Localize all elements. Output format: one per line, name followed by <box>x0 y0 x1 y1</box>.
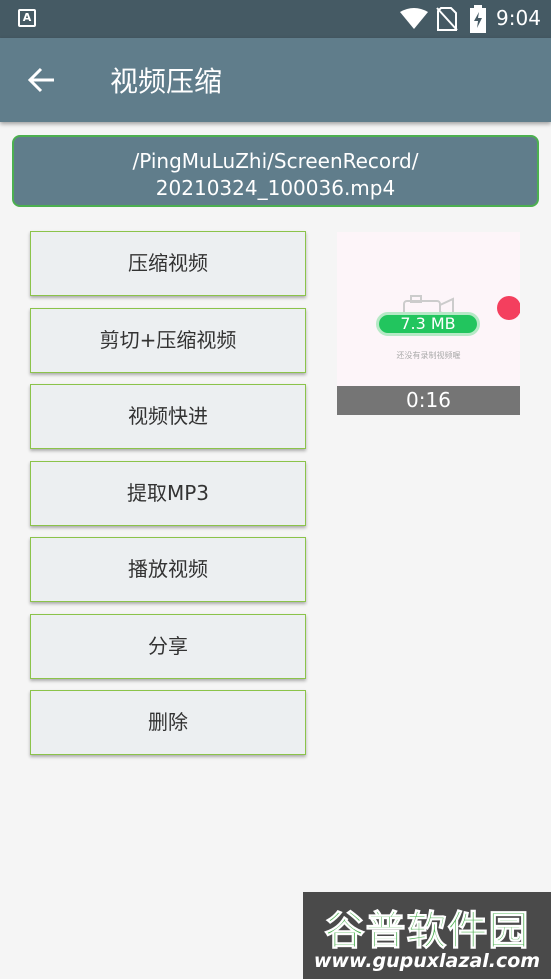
record-icon <box>497 296 520 320</box>
video-fast-forward-button[interactable]: 视频快进 <box>30 384 306 449</box>
app-bar: 视频压缩 <box>0 38 551 122</box>
no-sim-icon <box>436 7 458 31</box>
file-size-badge: 7.3 MB <box>376 312 480 336</box>
watermark-logo: 谷普软件园 www.gupuxlazal.com <box>303 892 551 979</box>
thumbnail-hint-text: 还没有录制视频喔 <box>396 351 461 360</box>
page-title: 视频压缩 <box>110 65 223 98</box>
video-thumbnail[interactable]: 7.3 MB 还没有录制视频喔 0:16 <box>337 232 520 415</box>
thumbnail-image: 7.3 MB 还没有录制视频喔 <box>337 232 520 386</box>
watermark-url: www.gupuxlazal.com <box>313 950 541 972</box>
play-video-button[interactable]: 播放视频 <box>30 537 306 602</box>
compress-video-button[interactable]: 压缩视频 <box>30 231 306 296</box>
cut-compress-video-button[interactable]: 剪切+压缩视频 <box>30 308 306 373</box>
app-a-icon: A <box>18 9 36 27</box>
battery-charging-icon <box>470 5 486 33</box>
file-path-line2: 20210324_100036.mp4 <box>155 176 396 200</box>
watermark-title: 谷普软件园 <box>324 908 530 955</box>
extract-mp3-button[interactable]: 提取MP3 <box>30 461 306 526</box>
status-bar: A 9:04 <box>0 0 551 38</box>
arrow-left-icon[interactable] <box>26 64 58 96</box>
file-path-box: /PingMuLuZhi/ScreenRecord/ 20210324_1000… <box>12 135 539 207</box>
share-button[interactable]: 分享 <box>30 614 306 679</box>
file-path-line1: /PingMuLuZhi/ScreenRecord/ <box>132 149 419 173</box>
status-time: 9:04 <box>496 6 541 30</box>
wifi-icon <box>400 8 428 29</box>
video-duration: 0:16 <box>337 386 520 415</box>
delete-button[interactable]: 删除 <box>30 690 306 755</box>
